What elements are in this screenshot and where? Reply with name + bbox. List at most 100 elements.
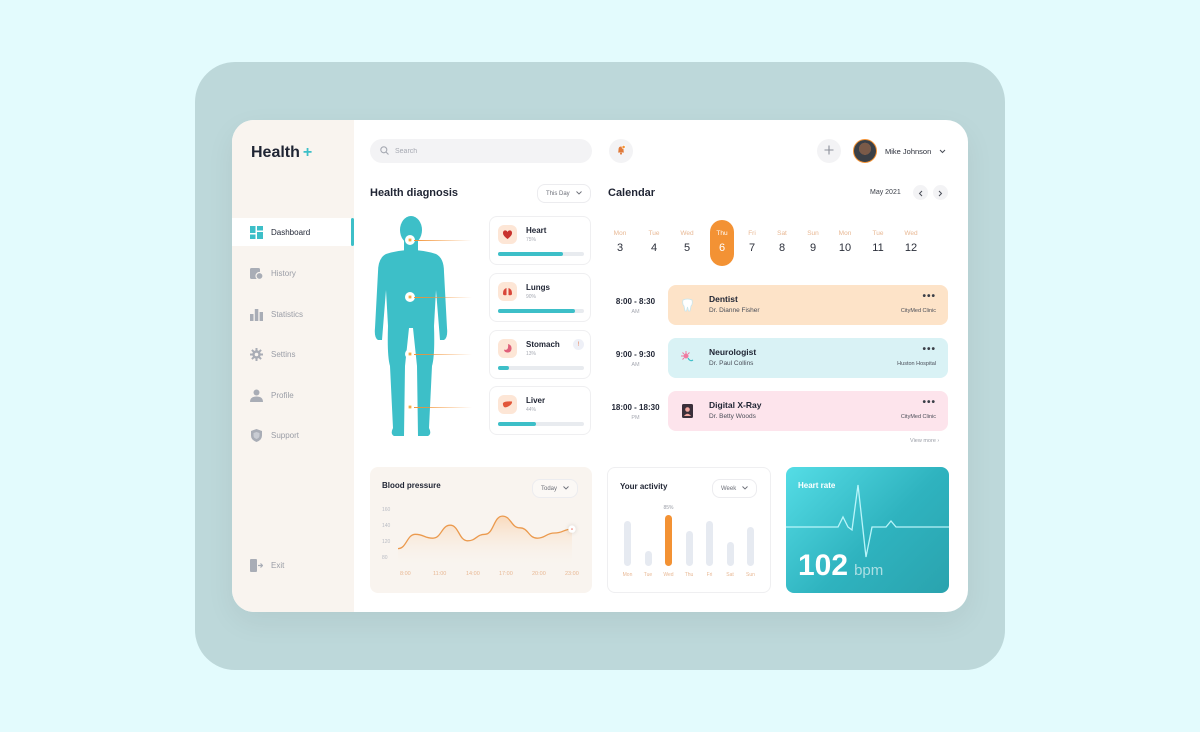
- organ-progress-fill: [498, 366, 510, 370]
- calendar-day[interactable]: Sat 8: [770, 220, 794, 266]
- day-date: 6: [718, 242, 726, 254]
- liver-organ-icon: [498, 395, 517, 414]
- appointment-card-xray[interactable]: Digital X-Ray Dr. Betty Woods ••• CityMe…: [668, 391, 948, 431]
- appointment-card-neurologist[interactable]: Neurologist Dr. Paul Collins ••• Huston …: [668, 338, 948, 378]
- alert-icon[interactable]: !: [573, 339, 584, 350]
- sidebar-item-label: Settins: [271, 349, 296, 359]
- sidebar-item-label: Profile: [271, 390, 294, 400]
- calendar-day[interactable]: Sun 9: [801, 220, 825, 266]
- heart-leader-line: [414, 240, 472, 241]
- gear-icon: [250, 347, 263, 361]
- x-axis-label: 17:00: [499, 571, 513, 577]
- activity-day-label: Thu: [684, 572, 694, 578]
- calendar-day[interactable]: Wed 12: [899, 220, 923, 266]
- more-options-icon[interactable]: •••: [922, 397, 936, 408]
- activity-bar-tue[interactable]: [644, 551, 652, 566]
- liver-marker[interactable]: [406, 403, 414, 411]
- activity-bar-sun[interactable]: [747, 527, 754, 566]
- search-bar[interactable]: [370, 139, 592, 163]
- day-date: 5: [683, 242, 691, 254]
- appointment-card-dentist[interactable]: Dentist Dr. Dianne Fisher ••• CityMed Cl…: [668, 285, 948, 325]
- x-axis-label: 11:00: [433, 571, 447, 577]
- user-name: Mike Johnson: [885, 146, 932, 156]
- add-button[interactable]: [817, 139, 841, 163]
- day-name: Sun: [807, 230, 819, 237]
- calendar-day[interactable]: Mon 3: [608, 220, 632, 266]
- chevron-right-icon: [938, 184, 943, 202]
- heart-organ-icon: [498, 225, 517, 244]
- diagnosis-period-value: This Day: [546, 190, 570, 197]
- appointment-title: Dentist: [709, 294, 738, 304]
- calendar-day[interactable]: Tue 4: [642, 220, 666, 266]
- diagnosis-period-select[interactable]: This Day: [537, 184, 591, 203]
- calendar-title: Calendar: [608, 187, 656, 199]
- chevron-down-icon: [742, 485, 749, 492]
- organ-progress-bar: [498, 366, 584, 370]
- organ-card-lungs[interactable]: Lungs 90%: [489, 273, 591, 322]
- user-menu[interactable]: Mike Johnson: [853, 139, 946, 163]
- appointment-title: Digital X-Ray: [709, 400, 762, 410]
- calendar-day[interactable]: Thu 6: [710, 220, 734, 266]
- heart-rate-reading: 102 bpm: [798, 549, 883, 583]
- day-name: Fri: [748, 230, 756, 237]
- dashboard-icon: [250, 225, 263, 239]
- appointment-time: 8:00 - 8:30 AM: [608, 297, 663, 315]
- bell-icon: [616, 142, 626, 160]
- x-axis-label: 14:00: [466, 571, 480, 577]
- activity-bar-thu[interactable]: [685, 531, 693, 566]
- organ-card-liver[interactable]: Liver 44%: [489, 386, 591, 435]
- calendar-day[interactable]: Tue 11: [866, 220, 890, 266]
- activity-bar-fri[interactable]: [706, 521, 713, 566]
- sidebar-item-dashboard[interactable]: Dashboard: [232, 218, 354, 246]
- bp-data-point[interactable]: [568, 525, 576, 533]
- notifications-button[interactable]: [609, 139, 633, 163]
- more-options-icon[interactable]: •••: [922, 344, 936, 355]
- lungs-marker[interactable]: [406, 293, 414, 301]
- day-name: Sat: [777, 230, 787, 237]
- blood-pressure-card: Blood pressure Today 160 140 120 80 8:00…: [370, 467, 592, 593]
- exit-icon: [250, 558, 263, 572]
- heart-rate-unit: bpm: [854, 562, 884, 579]
- heart-marker[interactable]: [406, 236, 414, 244]
- calendar-day[interactable]: Wed 5: [675, 220, 699, 266]
- activity-day-label: Wed: [663, 572, 674, 578]
- organ-card-stomach[interactable]: Stomach 13% !: [489, 330, 591, 379]
- organ-percent: 75%: [526, 237, 537, 243]
- organ-progress-bar: [498, 252, 584, 256]
- statistics-icon: [250, 308, 263, 321]
- sidebar-item-statistics[interactable]: Statistics: [232, 300, 354, 328]
- more-options-icon[interactable]: •••: [922, 291, 936, 302]
- organ-percent: 90%: [526, 294, 537, 300]
- activity-day-label: Sat: [726, 572, 734, 578]
- activity-title: Your activity: [620, 482, 668, 491]
- activity-bar-wed[interactable]: [665, 515, 672, 566]
- search-input[interactable]: [395, 147, 575, 155]
- view-more-link[interactable]: View more ›: [910, 438, 939, 444]
- day-date: 9: [809, 242, 817, 254]
- stomach-leader-line: [414, 354, 472, 355]
- calendar-day[interactable]: Mon 10: [833, 220, 857, 266]
- activity-bar-mon[interactable]: [624, 521, 631, 566]
- day-date: 8: [778, 242, 786, 254]
- appointment-time-range: 18:00 - 18:30: [611, 403, 660, 412]
- sidebar-item-support[interactable]: Support: [232, 421, 354, 449]
- heart-rate-card: Heart rate 102 bpm: [786, 467, 949, 593]
- sidebar-item-profile[interactable]: Profile: [232, 381, 354, 409]
- prev-month-button[interactable]: [913, 185, 928, 200]
- exit-button[interactable]: Exit: [232, 551, 354, 579]
- sidebar-item-history[interactable]: History: [232, 259, 354, 287]
- avatar: [853, 139, 877, 163]
- day-date: 4: [650, 242, 658, 254]
- day-date: 10: [838, 242, 852, 254]
- activity-bar-sat[interactable]: [726, 542, 734, 566]
- calendar-day[interactable]: Fri 7: [740, 220, 764, 266]
- next-month-button[interactable]: [933, 185, 948, 200]
- stomach-marker[interactable]: [406, 350, 414, 358]
- sidebar: Health + Dashboard History Statistics Set…: [232, 120, 354, 612]
- appointment-ampm: PM: [631, 415, 640, 421]
- organ-card-heart[interactable]: Heart 75%: [489, 216, 591, 265]
- appointment-location: Huston Hospital: [897, 361, 936, 367]
- neuron-icon: [680, 350, 695, 365]
- activity-period-select[interactable]: Week: [712, 479, 758, 498]
- sidebar-item-settings[interactable]: Settins: [232, 340, 354, 368]
